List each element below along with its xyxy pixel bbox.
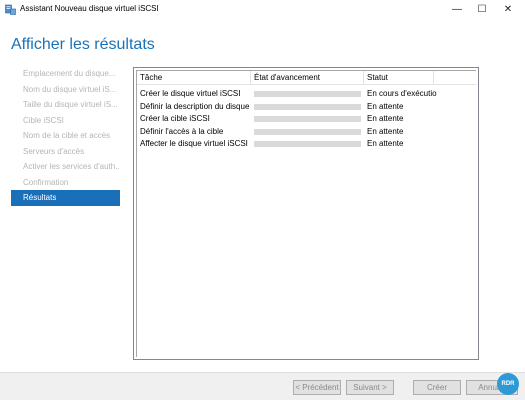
progress-cell [254, 126, 361, 139]
nav-item-authentification: Activer les services d'auth... [23, 162, 120, 171]
status-cell: En attente [367, 101, 404, 111]
progress-cell [254, 113, 361, 126]
nav-item-emplacement: Emplacement du disque... [23, 69, 116, 78]
nav-item-serveurs-acces: Serveurs d'accès [23, 146, 85, 156]
status-cell: En cours d'exécution [367, 89, 437, 98]
status-cell: En attente [367, 126, 404, 136]
window-title: Assistant Nouveau disque virtuel iSCSI [20, 4, 159, 13]
maximize-icon: ☐ [477, 3, 487, 15]
table-header: Tâche État d'avancement Statut [137, 71, 476, 85]
column-header-progress[interactable]: État d'avancement [251, 71, 364, 85]
progress-bar [254, 103, 361, 110]
task-cell: Définir l'accès à la cible [140, 126, 224, 136]
previous-button[interactable]: < Précédent [293, 380, 341, 395]
minimize-button[interactable]: — [445, 0, 469, 18]
task-cell: Définir la description du disque virtuel [140, 101, 250, 111]
title-bar: Assistant Nouveau disque virtuel iSCSI —… [0, 0, 525, 20]
progress-bar [254, 128, 361, 135]
task-cell: Affecter le disque virtuel iSCSI à la ci… [140, 139, 250, 148]
next-button[interactable]: Suivant > [346, 380, 394, 395]
results-table-body: Tâche État d'avancement Statut Créer le … [136, 70, 476, 357]
nav-item-nom-cible: Nom de la cible et accès [23, 131, 111, 140]
progress-cell [254, 88, 361, 101]
progress-bar [254, 141, 361, 147]
table-row[interactable]: Créer le disque virtuel iSCSI En cours d… [137, 88, 476, 101]
minimize-icon: — [452, 3, 462, 15]
nav-item-confirmation: Confirmation [23, 177, 69, 187]
nav-item-nom-disque: Nom du disque virtuel iS... [23, 84, 117, 94]
maximize-button[interactable]: ☐ [470, 0, 494, 18]
column-header-task[interactable]: Tâche [137, 71, 251, 85]
table-row[interactable]: Créer la cible iSCSI En attente [137, 113, 476, 126]
progress-cell [254, 101, 361, 114]
close-icon: ✕ [503, 3, 513, 15]
progress-cell [254, 138, 361, 151]
table-row[interactable]: Affecter le disque virtuel iSCSI à la ci… [137, 138, 476, 151]
task-cell: Créer la cible iSCSI [140, 114, 210, 123]
status-cell: En attente [367, 139, 404, 148]
server-manager-icon [5, 4, 16, 15]
nav-item-taille-disque: Taille du disque virtuel iS... [23, 100, 118, 109]
table-row[interactable]: Définir la description du disque virtuel… [137, 101, 476, 114]
task-cell: Créer le disque virtuel iSCSI [140, 89, 241, 98]
create-button[interactable]: Créer [413, 380, 461, 395]
button-bar: < Précédent Suivant > Créer Annuler [0, 372, 525, 400]
wizard-steps-nav: Emplacement du disque... Nom du disque v… [11, 66, 120, 206]
page-title: Afficher les résultats [11, 36, 155, 53]
nav-item-resultats[interactable]: Résultats [11, 190, 120, 206]
table-row[interactable]: Définir l'accès à la cible En attente [137, 126, 476, 139]
progress-bar [254, 116, 361, 122]
results-table: Tâche État d'avancement Statut Créer le … [133, 67, 479, 360]
status-cell: En attente [367, 114, 404, 123]
progress-bar [254, 91, 361, 97]
watermark-badge: RDR [497, 373, 519, 395]
close-button[interactable]: ✕ [496, 0, 520, 18]
nav-item-cible-iscsi: Cible iSCSI [23, 115, 64, 125]
column-header-status[interactable]: Statut [364, 71, 434, 85]
